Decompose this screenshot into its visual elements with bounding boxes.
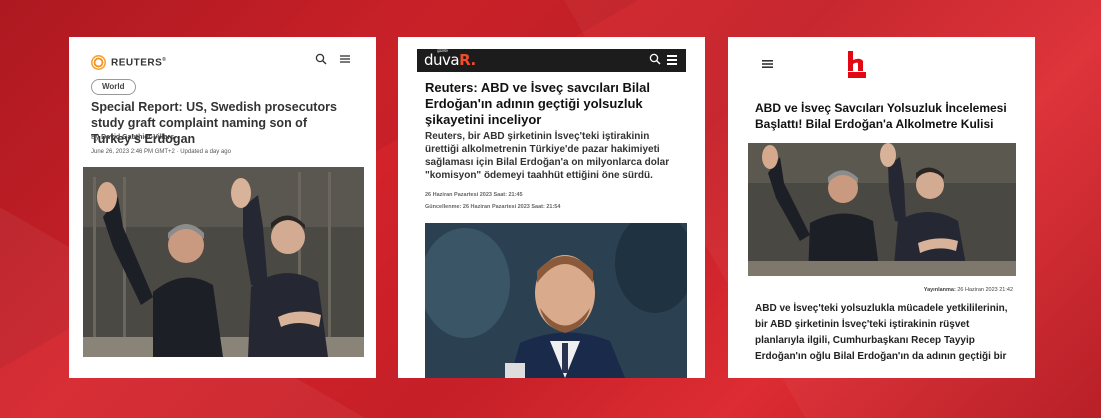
reuters-article-card: REUTERS® World Special Report: US, Swedi… [69, 37, 376, 378]
article-photo [83, 167, 364, 357]
published-date: Yayınlanma: 26 Haziran 2023 21:42 [923, 287, 1013, 293]
reuters-brand-name: REUTERS® [111, 56, 167, 69]
menu-icon[interactable] [339, 53, 351, 65]
article-byline: By David Gauthier-Villars [91, 134, 175, 141]
section-tag[interactable]: World [91, 79, 136, 95]
duvar-article-card: gazete duvaR. Reuters: ABD ve İsveç savc… [398, 37, 705, 378]
article-photo [425, 223, 687, 378]
search-icon[interactable] [649, 52, 661, 66]
article-headline[interactable]: ABD ve İsveç Savcıları Yolsuzluk İncelem… [755, 100, 1017, 132]
header-toolbar [649, 52, 678, 66]
updated-date: Güncellenme: 26 Haziran Pazartesi 2023 S… [425, 204, 561, 210]
menu-icon[interactable] [762, 59, 773, 69]
collage-background: REUTERS® World Special Report: US, Swedi… [0, 0, 1101, 418]
menu-icon[interactable] [666, 52, 678, 66]
article-dateline: June 26, 2023 2:46 PM GMT+2 · Updated a … [91, 149, 231, 155]
halktv-logo[interactable] [848, 51, 866, 79]
author-link[interactable]: David Gauthier-Villars [101, 134, 174, 141]
halktv-article-card: ABD ve İsveç Savcıları Yolsuzluk İncelem… [728, 37, 1035, 378]
reuters-logo[interactable]: REUTERS® [91, 55, 166, 70]
article-summary: Reuters, bir ABD şirketinin İsveç'teki i… [425, 131, 670, 181]
reuters-dots-icon [91, 55, 106, 70]
search-icon[interactable] [315, 53, 327, 65]
duvar-logo[interactable]: gazete duvaR. [424, 48, 476, 69]
reuters-toolbar [315, 53, 351, 65]
article-photo [748, 143, 1016, 276]
article-headline[interactable]: Reuters: ABD ve İsveç savcıları Bilal Er… [425, 80, 675, 128]
article-body: ABD ve İsveç'teki yolsuzlukla mücadele y… [755, 303, 1008, 362]
site-header: gazete duvaR. [417, 48, 686, 72]
published-date: 26 Haziran Pazartesi 2023 Saat: 21:45 [425, 192, 523, 198]
